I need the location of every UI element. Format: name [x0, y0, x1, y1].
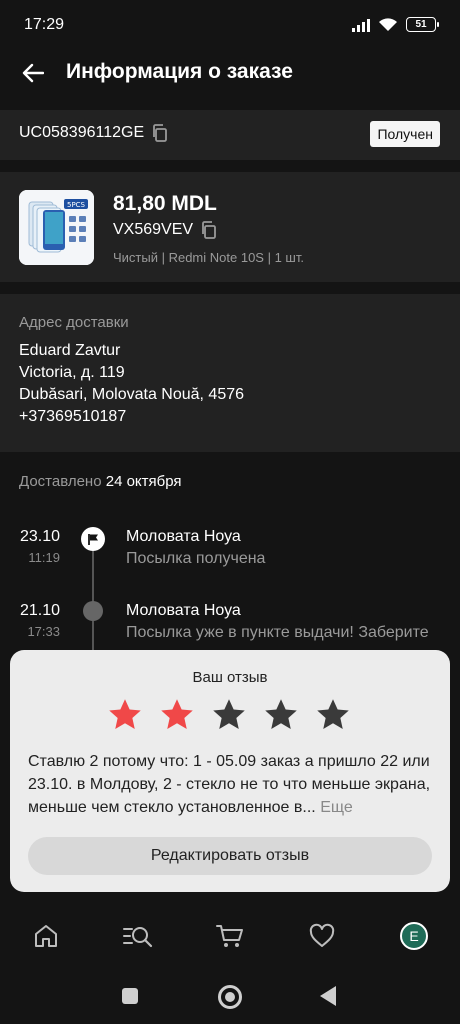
product-image: 5PCS	[19, 190, 94, 265]
status-time: 17:29	[24, 16, 65, 33]
battery-icon: 51	[406, 17, 439, 32]
nav-catalog[interactable]	[118, 916, 158, 956]
bottom-nav: E	[0, 910, 460, 962]
address-city: Dubăsari, Molovata Nouă, 4576	[19, 386, 245, 403]
delivered-date: 24 октября	[105, 473, 182, 490]
star-rating[interactable]	[107, 697, 351, 733]
avatar: E	[400, 922, 428, 950]
timeline-date: 23.10	[19, 528, 60, 545]
review-card: Ваш отзыв Ставлю 2 потому что: 1 - 05.09…	[10, 650, 450, 892]
timeline-date: 21.10	[19, 602, 60, 619]
star-icon[interactable]	[159, 697, 195, 733]
copy-icon[interactable]	[199, 220, 219, 240]
system-nav	[0, 972, 460, 1024]
product-card[interactable]: 5PCS 81,80 MDL VX569VEV Чистый | Redmi N…	[0, 172, 460, 282]
product-thumbnail[interactable]: 5PCS	[19, 190, 94, 265]
star-icon[interactable]	[263, 697, 299, 733]
back-button[interactable]	[18, 58, 48, 88]
timeline-desc: Посылка уже в пункте выдачи! Заберите	[126, 624, 429, 641]
review-body: Ставлю 2 потому что: 1 - 05.09 заказ а п…	[28, 753, 431, 816]
timeline-dot	[83, 601, 103, 621]
timeline-desc: Посылка получена	[126, 550, 266, 567]
copy-icon[interactable]	[150, 123, 170, 143]
status-badge: Получен	[370, 121, 440, 147]
address-street: Victoria, д. 119	[19, 364, 125, 381]
star-icon[interactable]	[211, 697, 247, 733]
header: Информация о заказе	[0, 52, 460, 96]
system-back-button[interactable]	[320, 986, 336, 1006]
nav-home[interactable]	[26, 916, 66, 956]
timeline-time: 17:33	[27, 624, 60, 639]
product-variant: Чистый | Redmi Note 10S | 1 шт.	[113, 250, 304, 265]
arrow-left-icon	[22, 63, 44, 83]
review-title: Ваш отзыв	[192, 669, 268, 686]
timeline-time: 11:19	[28, 550, 60, 565]
timeline-place: Моловата Ноуа	[126, 602, 241, 619]
timeline-place: Моловата Ноуа	[126, 528, 241, 545]
home-button[interactable]	[218, 985, 242, 1009]
review-text: Ставлю 2 потому что: 1 - 05.09 заказ а п…	[28, 750, 433, 819]
search-list-icon	[123, 927, 153, 948]
flag-icon	[81, 527, 105, 551]
address-label: Адрес доставки	[19, 314, 129, 331]
nav-favorites[interactable]	[302, 916, 342, 956]
delivery-address: Адрес доставки Eduard Zavtur Victoria, д…	[0, 294, 460, 452]
delivered-label: Доставлено	[19, 473, 102, 490]
star-icon[interactable]	[315, 697, 351, 733]
status-icons: 51	[352, 17, 439, 32]
heart-icon	[309, 923, 335, 947]
edit-review-button[interactable]: Редактировать отзыв	[28, 837, 432, 875]
more-link[interactable]: Еще	[320, 799, 353, 816]
address-phone: +37369510187	[19, 408, 127, 425]
order-id: UC058396112GE	[19, 124, 145, 141]
star-icon[interactable]	[107, 697, 143, 733]
wifi-icon	[379, 18, 397, 31]
signal-icon	[352, 18, 370, 32]
recents-button[interactable]	[122, 988, 138, 1004]
status-bar: 17:29 51	[0, 0, 460, 52]
tracking-timeline: 23.10 11:19 Моловата Ноуа Посылка получе…	[0, 510, 460, 662]
cart-icon	[216, 925, 243, 947]
product-sku: VX569VEV	[113, 221, 194, 238]
delivered-info: Доставлено 24 октября	[19, 473, 182, 490]
home-icon	[35, 925, 57, 947]
svg-text:5PCS: 5PCS	[67, 201, 86, 209]
page-title: Информация о заказе	[66, 60, 293, 83]
nav-cart[interactable]	[210, 916, 250, 956]
order-id-row: UC058396112GE Получен	[0, 110, 460, 160]
address-name: Eduard Zavtur	[19, 342, 121, 359]
nav-profile[interactable]: E	[394, 916, 434, 956]
product-price: 81,80 MDL	[113, 192, 217, 215]
